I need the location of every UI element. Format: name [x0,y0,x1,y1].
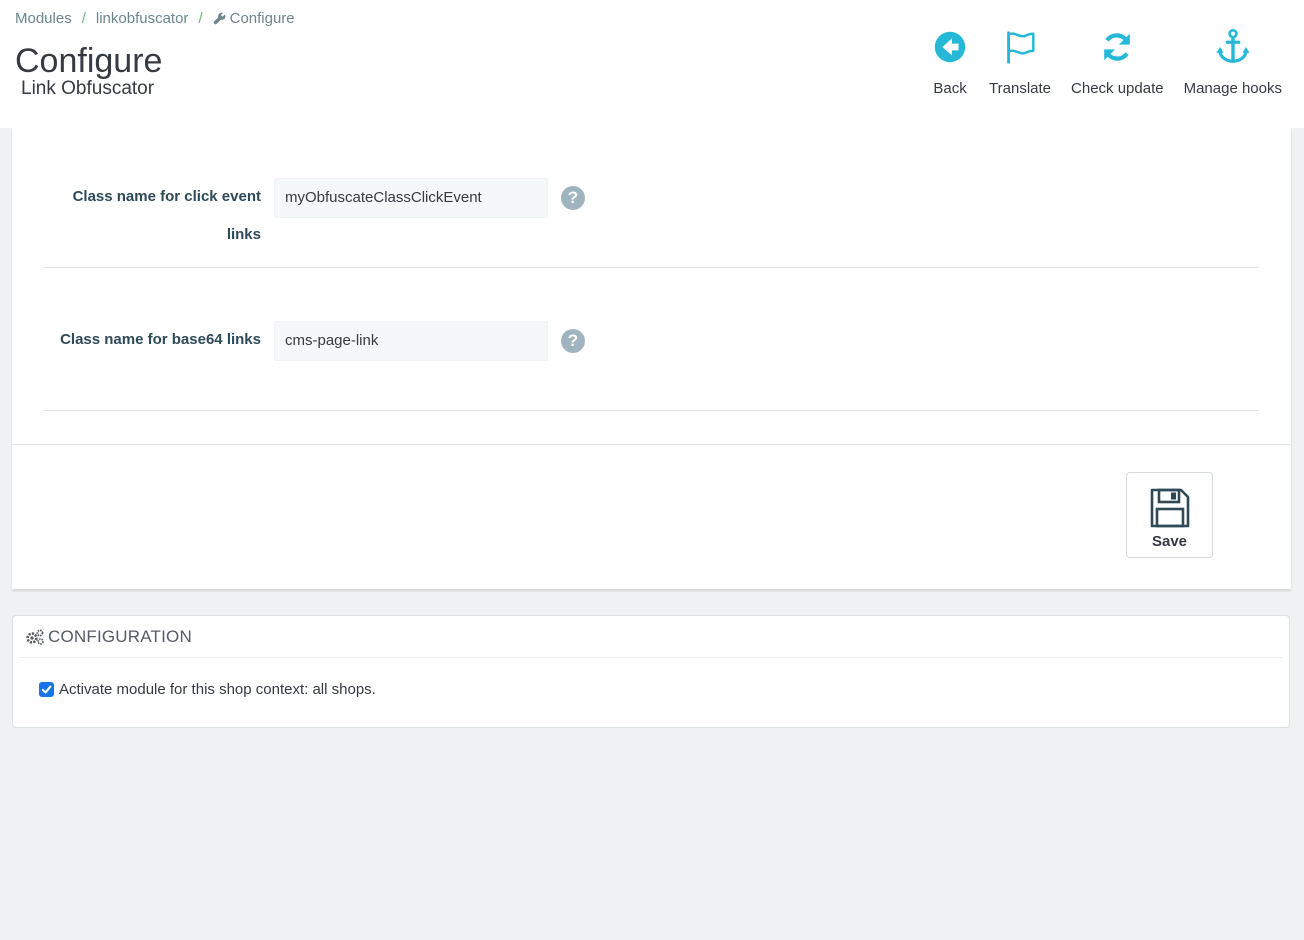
check-icon [41,685,52,694]
page-title: Configure [15,42,163,80]
page-header: Modules / linkobfuscator / Configure Con… [0,0,1304,128]
page-subtitle: Link Obfuscator [21,78,155,99]
manage-hooks-button[interactable]: Manage hooks [1174,28,1292,97]
configuration-title: CONFIGURATION [48,626,192,646]
form-row-click-event: Class name for click event links myObfus… [44,168,1259,268]
help-icon[interactable]: ? [561,329,585,353]
panel-footer: Save [12,444,1291,589]
refresh-icon [1104,33,1131,61]
breadcrumb-separator: / [198,10,203,27]
help-icon[interactable]: ? [561,186,585,210]
breadcrumb-modules[interactable]: Modules [15,10,72,27]
click-event-class-input[interactable]: myObfuscateClassClickEvent [274,178,548,218]
back-button[interactable]: Back [921,28,979,97]
configuration-header: CONFIGURATION [19,616,1283,658]
manage-hooks-label: Manage hooks [1183,80,1282,97]
configuration-panel: CONFIGURATION Activate module for this s… [12,615,1290,728]
form-row-base64: Class name for base64 links cms-page-lin… [44,311,1259,411]
back-label: Back [933,80,967,97]
check-update-button[interactable]: Check update [1061,28,1174,97]
activate-module-checkbox[interactable] [39,682,54,697]
click-event-label: Class name for click event links [72,188,261,243]
check-update-label: Check update [1071,80,1164,97]
toolbar: Back Translate Check update Manage hooks [921,28,1292,97]
save-label: Save [1151,533,1188,550]
settings-panel: Class name for click event links myObfus… [12,128,1291,589]
arrow-circle-left-icon [934,31,966,63]
base64-class-input[interactable]: cms-page-link [274,321,548,361]
breadcrumb-linkobfuscator[interactable]: linkobfuscator [96,10,189,27]
base64-label: Class name for base64 links [60,331,261,348]
activate-module-label: Activate module for this shop context: a… [59,681,376,698]
breadcrumb-current: Configure [229,10,295,27]
anchor-icon [1216,28,1250,63]
cogs-icon [26,629,44,645]
translate-button[interactable]: Translate [979,28,1061,97]
flag-icon [1007,31,1035,64]
breadcrumb-separator: / [81,10,86,27]
breadcrumb: Modules / linkobfuscator / Configure [15,10,295,27]
save-button[interactable]: Save [1126,472,1213,558]
activate-module-row: Activate module for this shop context: a… [39,681,376,698]
floppy-disk-icon [1150,488,1189,528]
translate-label: Translate [989,80,1052,97]
wrench-icon [213,12,226,25]
